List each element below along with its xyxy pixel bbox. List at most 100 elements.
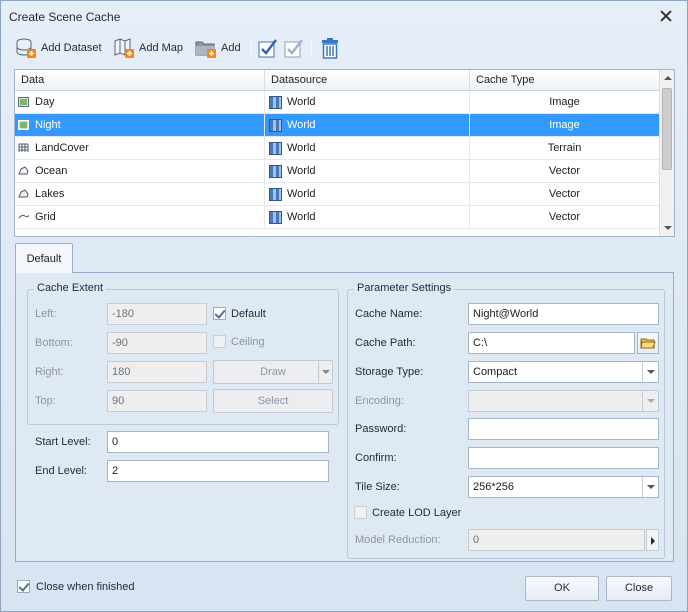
column-header-cache-type[interactable]: Cache Type [470,70,660,91]
table-row-selected[interactable]: Night World Image [15,114,660,137]
ok-button[interactable]: OK [525,576,599,601]
left-input[interactable]: -180 [107,303,207,325]
close-when-finished-checkbox[interactable] [17,580,30,593]
select-invert-button[interactable] [283,35,305,61]
datasource-icon [269,96,282,109]
select-all-button[interactable] [257,35,279,61]
datasource-cell: World [265,183,470,206]
browse-path-button[interactable] [637,332,659,354]
table-row[interactable]: Day World Image [15,91,660,114]
cache-type-cell[interactable]: Image [470,114,660,137]
right-label: Right: [35,366,64,378]
add-dataset-button[interactable]: Add Dataset [15,35,102,61]
ceiling-checkbox-label: Ceiling [231,336,265,348]
add-map-button[interactable]: Add Map [113,35,183,61]
chevron-down-icon[interactable] [642,362,658,382]
confirm-label: Confirm: [355,452,397,464]
storage-type-select[interactable]: Compact [468,361,659,383]
data-cell: Lakes [15,183,265,206]
line-dataset-icon [18,214,29,219]
cache-type-cell[interactable]: Image [470,91,660,114]
data-cell: LandCover [15,137,265,160]
start-level-input[interactable]: 0 [107,431,329,453]
draw-dropdown[interactable] [318,361,332,383]
close-icon[interactable] [659,9,673,23]
model-reduction-input[interactable]: 0 [468,529,645,551]
column-header-datasource[interactable]: Datasource [265,70,470,91]
delete-button[interactable] [319,35,341,61]
table-row[interactable]: LandCover World Terrain [15,137,660,160]
table-row[interactable]: Grid World Vector [15,206,660,229]
confirm-password-input[interactable] [468,447,659,469]
tile-size-select[interactable]: 256*256 [468,476,659,498]
model-reduction-label: Model Reduction: [355,534,441,546]
model-reduction-spinner[interactable] [646,529,659,551]
delete-icon [322,38,338,59]
default-checkbox[interactable] [213,307,226,320]
bottom-label: Bottom: [35,337,73,349]
create-lod-layer-checkbox[interactable] [354,506,367,519]
top-input[interactable]: 90 [107,390,207,412]
dataset-table[interactable]: Data Datasource Cache Type Day World Ima… [14,69,675,237]
dialog-title: Create Scene Cache [9,10,121,24]
datasource-icon [269,119,282,132]
chevron-down-icon [322,370,330,374]
table-row-partial[interactable] [15,229,660,236]
close-when-finished-label: Close when finished [36,581,135,593]
chevron-right-icon [651,537,655,545]
chevron-down-icon[interactable] [642,391,658,411]
end-level-input[interactable]: 2 [107,460,329,482]
scroll-down-icon[interactable] [664,226,672,230]
region-dataset-icon [18,189,29,198]
add-map-label: Add Map [139,42,184,54]
scrollbar-thumb[interactable] [662,88,672,170]
select-button[interactable]: Select [213,389,333,413]
encoding-select[interactable] [468,390,659,412]
bottom-input[interactable]: -90 [107,332,207,354]
default-tab-panel: Cache Extent Left: -180 Bottom: -90 Righ… [15,272,674,562]
draw-button[interactable]: Draw [213,360,333,384]
default-checkbox-label: Default [231,308,266,320]
tile-size-label: Tile Size: [355,481,400,493]
tab-default[interactable]: Default [15,243,73,273]
table-row[interactable]: Ocean World Vector [15,160,660,183]
ceiling-checkbox[interactable] [213,335,226,348]
cache-path-input[interactable]: C:\ [468,332,635,354]
draw-button-label: Draw [260,366,286,378]
titlebar: Create Scene Cache [1,1,687,33]
right-input[interactable]: 180 [107,361,207,383]
column-header-data[interactable]: Data [15,70,265,91]
close-button[interactable]: Close [606,576,672,601]
top-label: Top: [35,395,56,407]
cache-type-cell[interactable]: Terrain [470,137,660,160]
add-button[interactable]: Add [195,35,241,61]
toolbar: Add Dataset Add Map Add [13,35,673,61]
folder-add-icon [195,41,216,58]
toolbar-separator [311,38,312,58]
database-add-icon [16,38,36,58]
datasource-cell: World [265,91,470,114]
datasource-cell: World [265,137,470,160]
cache-type-cell[interactable]: Vector [470,183,660,206]
scroll-up-icon[interactable] [664,76,672,80]
cache-name-label: Cache Name: [355,308,423,320]
table-vertical-scrollbar[interactable] [659,70,674,236]
cache-name-input[interactable]: Night@World [468,303,659,325]
data-cell: Night [15,114,265,137]
cache-extent-title: Cache Extent [34,282,107,294]
datasource-cell: World [265,114,470,137]
parameter-settings-title: Parameter Settings [354,282,455,294]
region-dataset-icon [18,166,29,175]
cache-type-cell[interactable]: Vector [470,206,660,229]
datasource-cell: World [265,206,470,229]
cache-type-cell[interactable]: Vector [470,160,660,183]
chevron-down-icon[interactable] [642,477,658,497]
add-dataset-label: Add Dataset [41,42,102,54]
data-cell: Ocean [15,160,265,183]
password-input[interactable] [468,418,659,440]
image-dataset-icon [18,97,29,107]
table-row[interactable]: Lakes World Vector [15,183,660,206]
select-invert-icon [284,39,303,58]
storage-type-value: Compact [473,366,518,378]
data-cell: Grid [15,206,265,229]
